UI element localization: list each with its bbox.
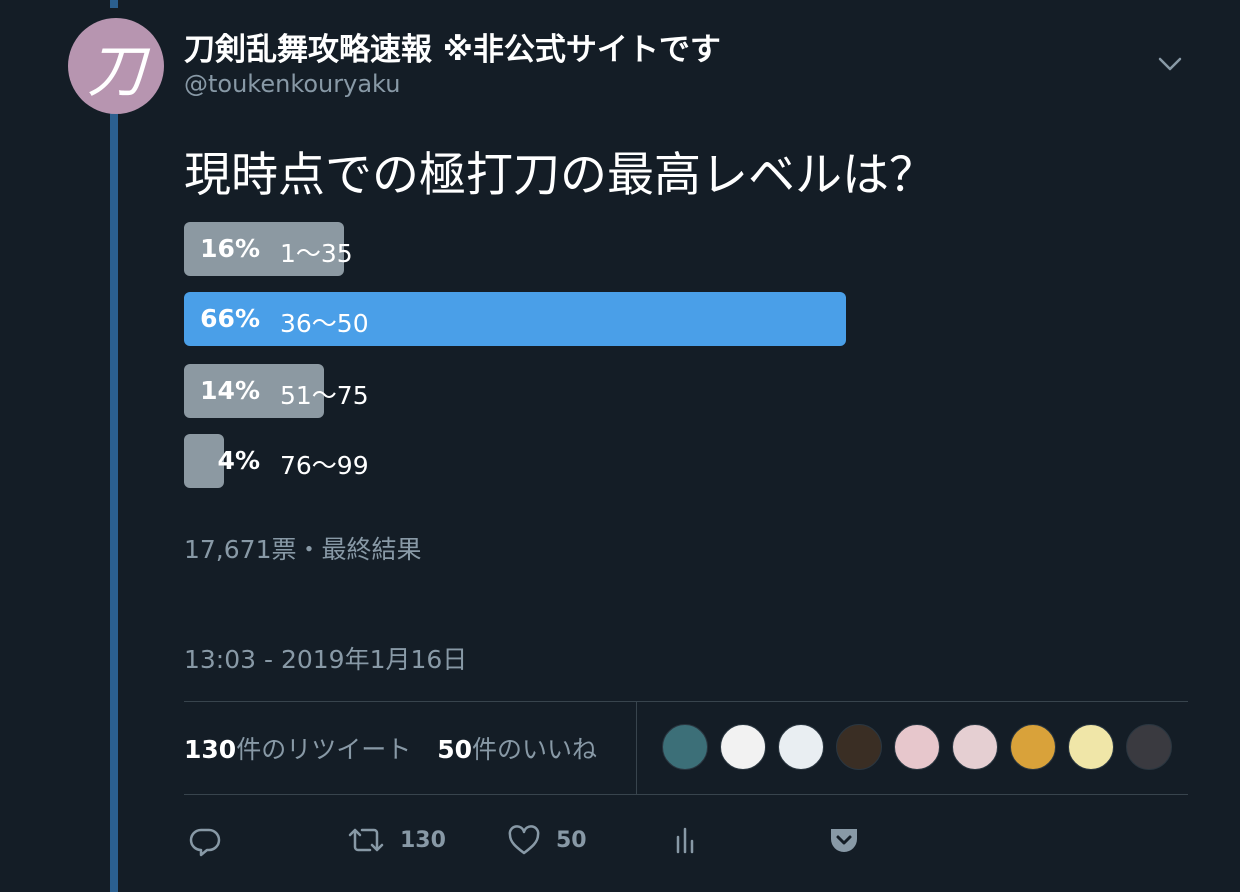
- liker-avatar-8[interactable]: [1068, 724, 1114, 770]
- likes-label: 件のいいね: [472, 735, 598, 764]
- poll-percent: 66%: [200, 304, 260, 333]
- poll-option-label: 36〜50: [280, 309, 369, 338]
- liker-avatar-4[interactable]: [836, 724, 882, 770]
- like-count: 50: [556, 827, 587, 853]
- poll-option: 14% 51〜75: [184, 364, 984, 418]
- poll-option-label: 1〜35: [280, 239, 353, 268]
- liker-avatar-2[interactable]: [720, 724, 766, 770]
- divider-vertical: [636, 702, 637, 794]
- author-name[interactable]: 刀剣乱舞攻略速報 ※非公式サイトです: [184, 24, 721, 69]
- tweet-actions: 130 50: [184, 812, 884, 868]
- heart-icon: [508, 825, 540, 855]
- poll-option: 16% 1〜35: [184, 222, 984, 276]
- poll-votes-summary: 17,671票・最終結果: [184, 535, 422, 564]
- reply-button[interactable]: [188, 812, 222, 868]
- tweet-timestamp[interactable]: 13:03 - 2019年1月16日: [184, 640, 467, 676]
- poll-percent: 4%: [217, 446, 260, 475]
- liker-avatar-1[interactable]: [662, 724, 708, 770]
- liked-by-avatars: [662, 724, 1184, 772]
- thread-line-top: [110, 0, 118, 8]
- pocket-button[interactable]: [828, 812, 860, 868]
- retweets-count: 130: [184, 735, 237, 764]
- poll-percent: 16%: [200, 234, 260, 263]
- pocket-icon: [831, 829, 857, 852]
- liker-avatar-9[interactable]: [1126, 724, 1172, 770]
- retweet-button[interactable]: 130: [346, 812, 446, 868]
- liker-avatar-5[interactable]: [894, 724, 940, 770]
- analytics-button[interactable]: [672, 812, 698, 868]
- analytics-icon: [676, 827, 694, 854]
- author-handle[interactable]: @toukenkouryaku: [184, 70, 400, 98]
- divider-bottom: [184, 794, 1188, 795]
- poll-option: 66% 36〜50: [184, 292, 984, 346]
- liker-avatar-7[interactable]: [1010, 724, 1056, 770]
- poll-percent: 14%: [200, 376, 260, 405]
- likes-count: 50: [437, 735, 472, 764]
- like-button[interactable]: 50: [506, 812, 587, 868]
- poll-option-label: 51〜75: [280, 381, 369, 410]
- poll-option-label: 76〜99: [280, 451, 369, 480]
- poll-option: 4% 76〜99: [184, 434, 984, 488]
- tweet-stats: 130件のリツイート 50件のいいね: [184, 730, 597, 766]
- retweet-count: 130: [400, 827, 446, 853]
- chevron-down-icon[interactable]: [1152, 50, 1188, 78]
- retweets-stat[interactable]: 130件のリツイート: [184, 735, 411, 764]
- avatar-glyph: 刀: [86, 37, 145, 105]
- divider-top: [184, 701, 1188, 702]
- avatar[interactable]: 刀: [68, 18, 164, 114]
- liker-avatar-6[interactable]: [952, 724, 998, 770]
- tweet-text: 現時点での極打刀の最高レベルは？: [184, 148, 936, 203]
- likes-stat[interactable]: 50件のいいね: [437, 735, 597, 764]
- reply-icon: [189, 828, 221, 857]
- retweets-label: 件のリツイート: [236, 735, 412, 764]
- thread-line: [110, 112, 118, 892]
- retweet-icon: [348, 828, 384, 852]
- liker-avatar-3[interactable]: [778, 724, 824, 770]
